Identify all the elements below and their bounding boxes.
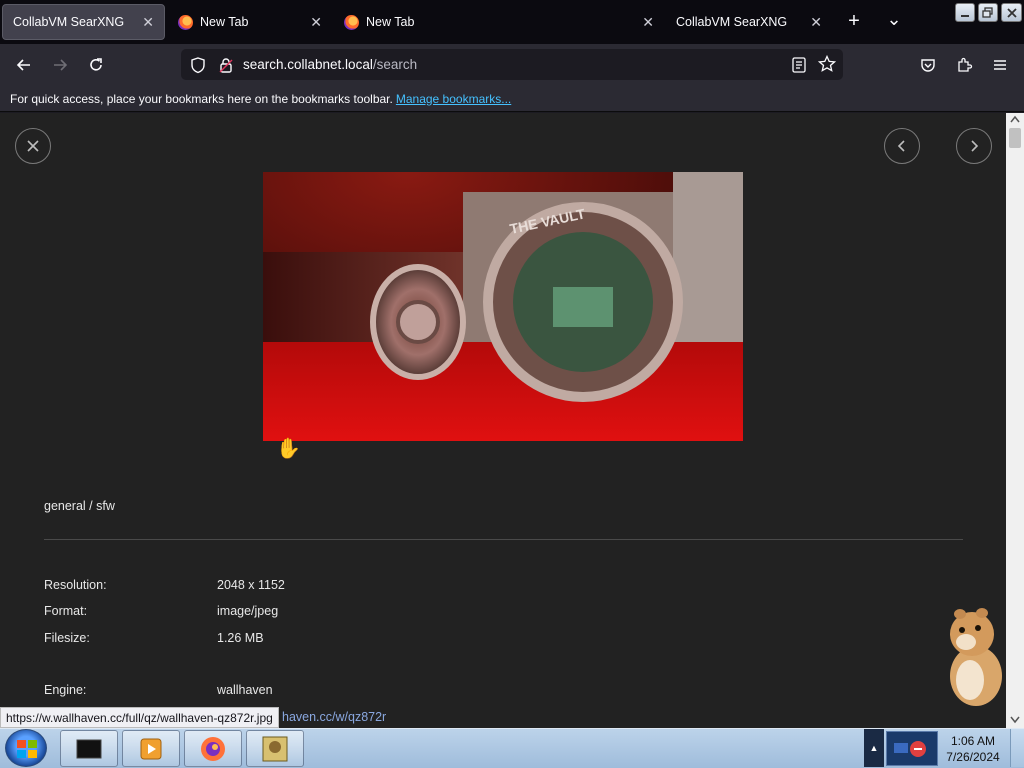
taskbar-clock[interactable]: 1:06 AM 7/26/2024 bbox=[942, 733, 1004, 765]
minimize-icon bbox=[961, 14, 969, 17]
close-detail-button[interactable] bbox=[15, 128, 51, 164]
tray-overflow-button[interactable]: ▲ bbox=[864, 729, 884, 767]
tab-label: CollabVM SearXNG bbox=[676, 15, 788, 29]
new-tab-button[interactable]: + bbox=[843, 10, 865, 32]
close-window-button[interactable] bbox=[1001, 3, 1022, 22]
tray-network-icon bbox=[894, 740, 926, 757]
pocket-icon bbox=[921, 59, 935, 72]
tab-collabvm-searxng-2[interactable]: CollabVM SearXNG ✕ bbox=[666, 4, 832, 40]
app-menu-button[interactable] bbox=[989, 54, 1011, 76]
media-player-icon bbox=[140, 738, 162, 759]
start-button[interactable] bbox=[5, 729, 47, 767]
restore-button[interactable] bbox=[978, 3, 998, 22]
next-arrow-icon bbox=[971, 140, 979, 152]
terminal-icon bbox=[76, 739, 102, 758]
link-status-bar: https://w.wallhaven.cc/full/qz/wallhaven… bbox=[0, 707, 279, 728]
taskbar-app[interactable] bbox=[246, 730, 304, 767]
tab-collabvm-searxng-1[interactable]: CollabVM SearXNG ✕ bbox=[2, 4, 165, 40]
prev-arrow-icon bbox=[897, 140, 905, 152]
tray-icons[interactable] bbox=[886, 731, 938, 766]
show-desktop-button[interactable] bbox=[1010, 729, 1024, 767]
close-icon bbox=[1006, 7, 1017, 18]
reader-icon[interactable] bbox=[790, 56, 808, 74]
format-label: Format: bbox=[44, 604, 88, 618]
close-icon bbox=[27, 140, 39, 152]
tab-label: New Tab bbox=[366, 15, 415, 29]
resolution-value: 2048 x 1152 bbox=[217, 578, 285, 592]
tab-close-icon[interactable]: ✕ bbox=[810, 14, 822, 31]
tab-label: New Tab bbox=[200, 15, 249, 29]
firefox-icon bbox=[178, 14, 193, 30]
format-value: image/jpeg bbox=[217, 604, 279, 618]
hamster-image bbox=[950, 608, 1002, 706]
scroll-thumb[interactable] bbox=[1009, 128, 1021, 148]
engine-label: Engine: bbox=[44, 683, 87, 697]
forward-button[interactable] bbox=[49, 54, 71, 76]
back-arrow-icon bbox=[16, 59, 30, 71]
extensions-icon bbox=[958, 57, 973, 72]
star-icon[interactable] bbox=[818, 55, 836, 73]
next-result-button[interactable] bbox=[956, 128, 992, 164]
tab-label: CollabVM SearXNG bbox=[13, 15, 125, 29]
url-text[interactable]: search.collabnet.local/search bbox=[243, 57, 417, 72]
result-category: general / sfw bbox=[44, 499, 115, 513]
taskbar-firefox[interactable] bbox=[184, 730, 242, 767]
previous-result-button[interactable] bbox=[884, 128, 920, 164]
result-image[interactable]: THE VAULT bbox=[263, 172, 743, 441]
firefox-icon bbox=[344, 14, 359, 30]
tab-new-tab-2[interactable]: New Tab ✕ bbox=[334, 4, 664, 40]
bookmarks-toolbar: For quick access, place your bookmarks h… bbox=[0, 86, 1024, 112]
divider bbox=[44, 539, 963, 540]
forward-arrow-icon bbox=[54, 59, 68, 71]
tab-close-icon[interactable]: ✕ bbox=[642, 14, 654, 31]
restore-icon bbox=[982, 6, 993, 18]
shield-icon[interactable] bbox=[189, 56, 207, 74]
tab-close-icon[interactable]: ✕ bbox=[142, 14, 154, 31]
taskbar-media-player[interactable] bbox=[122, 730, 180, 767]
windows-logo-icon bbox=[17, 740, 37, 758]
extensions-button[interactable] bbox=[953, 54, 975, 76]
tab-new-tab-1[interactable]: New Tab ✕ bbox=[168, 4, 332, 40]
resolution-label: Resolution: bbox=[44, 578, 107, 592]
mouse-cursor-icon: ✋ bbox=[276, 438, 301, 460]
filesize-label: Filesize: bbox=[44, 631, 90, 645]
clock-time: 1:06 AM bbox=[950, 734, 996, 748]
back-button[interactable] bbox=[13, 54, 35, 76]
scroll-down-icon[interactable] bbox=[1010, 716, 1020, 724]
manage-bookmarks-link[interactable]: Manage bookmarks... bbox=[396, 92, 511, 106]
engine-value: wallhaven bbox=[217, 683, 273, 697]
firefox-icon bbox=[201, 736, 225, 761]
scroll-up-icon[interactable] bbox=[1010, 115, 1020, 123]
app-box-icon bbox=[262, 736, 288, 761]
tab-close-icon[interactable]: ✕ bbox=[310, 14, 322, 31]
reload-icon bbox=[90, 58, 102, 71]
list-all-tabs-button[interactable]: ⌄ bbox=[883, 8, 905, 30]
lock-icon[interactable] bbox=[217, 56, 235, 74]
filesize-value: 1.26 MB bbox=[217, 631, 264, 645]
hamster-mascot bbox=[942, 606, 1006, 708]
minimize-button[interactable] bbox=[955, 3, 975, 22]
clock-date: 7/26/2024 bbox=[946, 750, 1000, 764]
reload-button[interactable] bbox=[85, 54, 107, 76]
bookmarks-empty-message: For quick access, place your bookmarks h… bbox=[10, 91, 393, 106]
pocket-button[interactable] bbox=[917, 54, 939, 76]
address-bar[interactable]: search.collabnet.local/search bbox=[181, 49, 843, 80]
bank-vault-image: THE VAULT bbox=[263, 172, 743, 441]
menu-icon bbox=[994, 60, 1006, 70]
taskbar-terminal[interactable] bbox=[60, 730, 118, 767]
source-link[interactable]: haven.cc/w/qz872r bbox=[282, 710, 386, 724]
vertical-scrollbar[interactable] bbox=[1006, 113, 1024, 728]
